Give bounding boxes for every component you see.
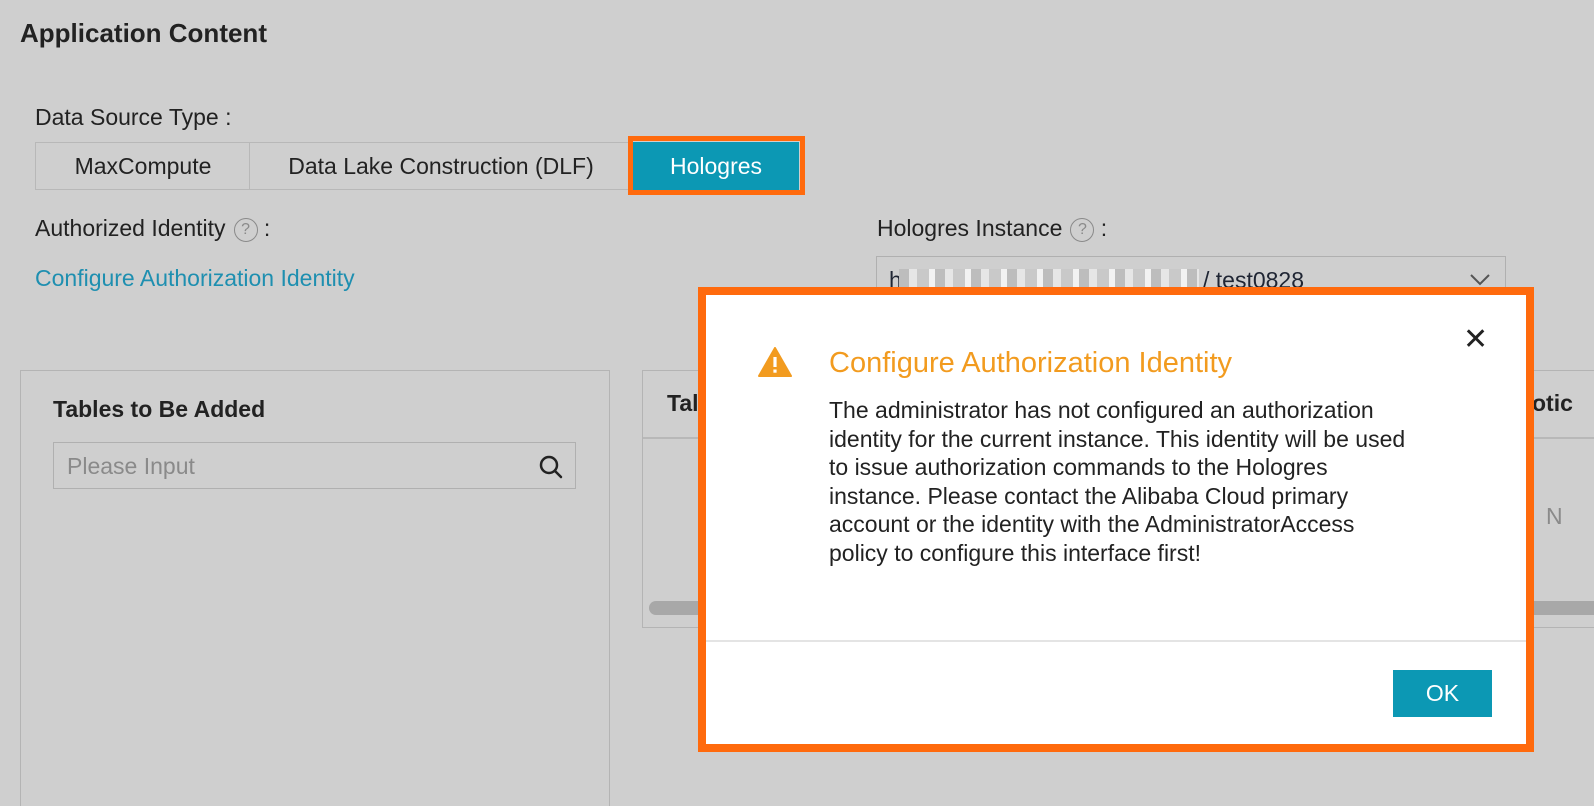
option-maxcompute-label: MaxCompute <box>74 152 212 179</box>
search-placeholder: Please Input <box>67 453 195 479</box>
modal-message: The administrator has not configured an … <box>829 397 1406 566</box>
option-dlf-label: Data Lake Construction (DLF) <box>288 152 594 179</box>
configure-authorization-link[interactable]: Configure Authorization Identity <box>35 265 355 292</box>
authorization-modal: Configure Authorization Identity ✕ The a… <box>698 287 1534 752</box>
modal-title: Configure Authorization Identity <box>829 347 1233 379</box>
option-maxcompute[interactable]: MaxCompute <box>35 142 251 190</box>
option-dlf[interactable]: Data Lake Construction (DLF) <box>249 142 633 190</box>
ok-button-label: OK <box>1425 680 1460 706</box>
page-title: Application Content <box>20 18 267 48</box>
table-header-right: otic <box>1532 390 1573 416</box>
close-icon[interactable]: ✕ <box>1463 325 1488 355</box>
ok-button[interactable]: OK <box>1393 670 1492 717</box>
highlight-frame-hologres <box>628 136 805 195</box>
tables-to-add-title: Tables to Be Added <box>53 396 266 422</box>
hologres-instance-colon: : <box>1100 215 1108 241</box>
hologres-instance-label: Hologres Instance? : <box>877 215 1107 242</box>
warning-icon <box>758 347 792 377</box>
tables-to-add-panel <box>20 370 610 806</box>
help-icon[interactable]: ? <box>233 218 258 242</box>
table-header-left: Tal <box>667 390 699 416</box>
hologres-instance-text: Hologres Instance <box>877 215 1063 241</box>
authorized-identity-text: Authorized Identity <box>35 215 226 241</box>
authorized-identity-label: Authorized Identity? : <box>35 215 270 242</box>
chevron-down-icon <box>1470 274 1490 286</box>
help-icon[interactable]: ? <box>1070 218 1095 242</box>
data-source-type-label: Data Source Type : <box>35 104 232 130</box>
authorized-identity-colon: : <box>263 215 271 241</box>
modal-footer-divider <box>706 640 1526 642</box>
search-icon[interactable] <box>538 454 564 480</box>
table-cell-text: N <box>1546 503 1563 529</box>
tables-search-input[interactable]: Please Input <box>53 442 576 489</box>
